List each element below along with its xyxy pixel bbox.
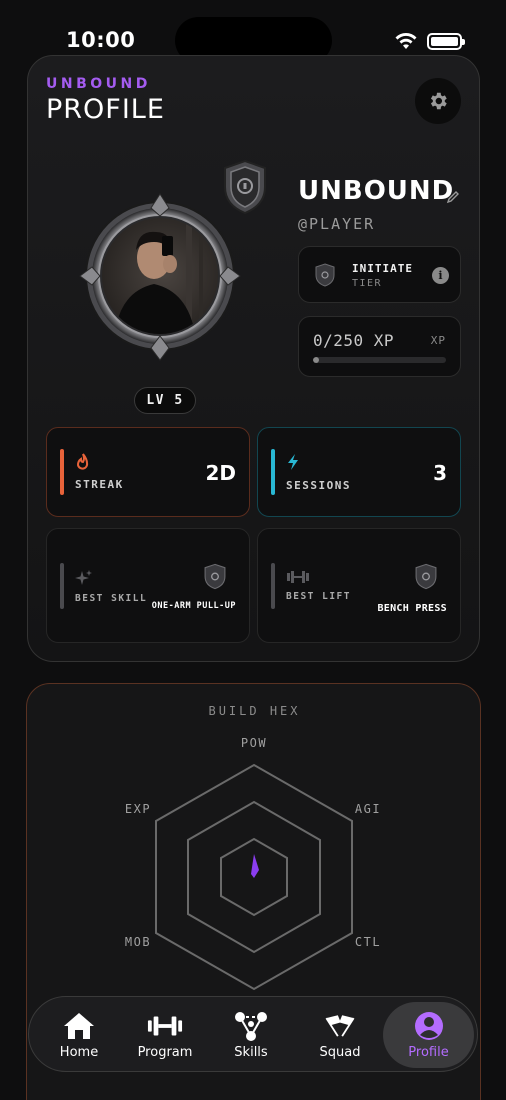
- flags-icon: [322, 1010, 358, 1042]
- level-badge: LV 5: [134, 387, 196, 414]
- tab-profile-label: Profile: [408, 1045, 449, 1060]
- username: UNBOUND: [298, 176, 455, 206]
- tab-bar: Home Program Skills Squad Profile: [28, 996, 478, 1072]
- xp-progress-fill: [313, 357, 319, 363]
- gear-icon: [430, 92, 447, 110]
- flame-icon: [76, 453, 89, 470]
- best-lift-label: BEST LIFT: [286, 591, 351, 602]
- tab-skills-label: Skills: [234, 1045, 268, 1060]
- shield-badge-icon: [224, 159, 266, 215]
- header-eyebrow: UNBOUND: [46, 76, 151, 92]
- tab-home-label: Home: [59, 1045, 99, 1060]
- shield-icon: [415, 563, 437, 590]
- pencil-icon[interactable]: [446, 190, 460, 204]
- xp-progress-bar: [313, 357, 446, 363]
- axis-label-exp: EXP: [125, 802, 151, 816]
- best-lift-value: BENCH PRESS: [377, 603, 447, 614]
- tab-program[interactable]: Program: [127, 997, 203, 1073]
- status-bar: 10:00: [0, 0, 506, 64]
- axis-label-pow: POW: [241, 736, 267, 750]
- xp-progress-text: 0/250 XP: [313, 331, 395, 350]
- axis-label-ctl: CTL: [355, 935, 381, 949]
- tier-name: INITIATE: [352, 262, 413, 275]
- tab-home[interactable]: Home: [42, 997, 116, 1073]
- best-skill-card[interactable]: BEST SKILL ONE-ARM PULL-UP: [46, 528, 250, 643]
- settings-button[interactable]: [415, 78, 461, 124]
- build-hex-value-shape: [251, 854, 259, 878]
- xp-label: XP: [430, 334, 446, 347]
- profile-card: UNBOUND PROFILE LV 5 UNBOUND @PLAYER INI…: [27, 55, 480, 662]
- shield-icon: [204, 563, 226, 590]
- tier-subtitle: TIER: [352, 278, 383, 289]
- tab-squad-label: Squad: [319, 1045, 361, 1060]
- status-time: 10:00: [66, 28, 136, 52]
- best-skill-label: BEST SKILL: [75, 593, 148, 604]
- person-icon: [411, 1010, 447, 1042]
- streak-card[interactable]: STREAK 2D: [46, 427, 250, 517]
- streak-value: 2D: [205, 461, 236, 485]
- lightning-icon: [288, 454, 298, 470]
- best-skill-accent-bar: [60, 563, 64, 609]
- info-icon[interactable]: i: [432, 267, 449, 284]
- axis-label-mob: MOB: [125, 935, 151, 949]
- home-icon: [61, 1010, 97, 1042]
- sessions-accent-bar: [271, 449, 275, 495]
- battery-icon: [427, 33, 465, 50]
- sessions-card[interactable]: SESSIONS 3: [257, 427, 461, 517]
- dumbbell-icon: [287, 571, 309, 583]
- tab-skills[interactable]: Skills: [215, 997, 287, 1073]
- tab-profile[interactable]: Profile: [383, 1002, 474, 1068]
- best-skill-value: ONE-ARM PULL-UP: [151, 601, 236, 611]
- streak-accent-bar: [60, 449, 64, 495]
- tab-program-label: Program: [137, 1045, 193, 1060]
- tab-squad[interactable]: Squad: [301, 997, 379, 1073]
- page-title: PROFILE: [46, 94, 165, 125]
- axis-label-agi: AGI: [355, 802, 381, 816]
- sessions-value: 3: [433, 461, 447, 485]
- dumbbell-icon: [147, 1010, 183, 1042]
- sparkle-icon: [75, 570, 92, 585]
- shield-icon: [315, 263, 335, 287]
- xp-card: 0/250 XP XP: [298, 316, 461, 377]
- wifi-icon: [395, 33, 417, 49]
- skill-tree-icon: [233, 1010, 269, 1042]
- best-lift-accent-bar: [271, 563, 275, 609]
- best-lift-card[interactable]: BEST LIFT BENCH PRESS: [257, 528, 461, 643]
- user-handle: @PLAYER: [298, 215, 376, 233]
- tier-card[interactable]: INITIATE TIER i: [298, 246, 461, 303]
- sessions-label: SESSIONS: [286, 479, 351, 492]
- streak-label: STREAK: [75, 478, 124, 491]
